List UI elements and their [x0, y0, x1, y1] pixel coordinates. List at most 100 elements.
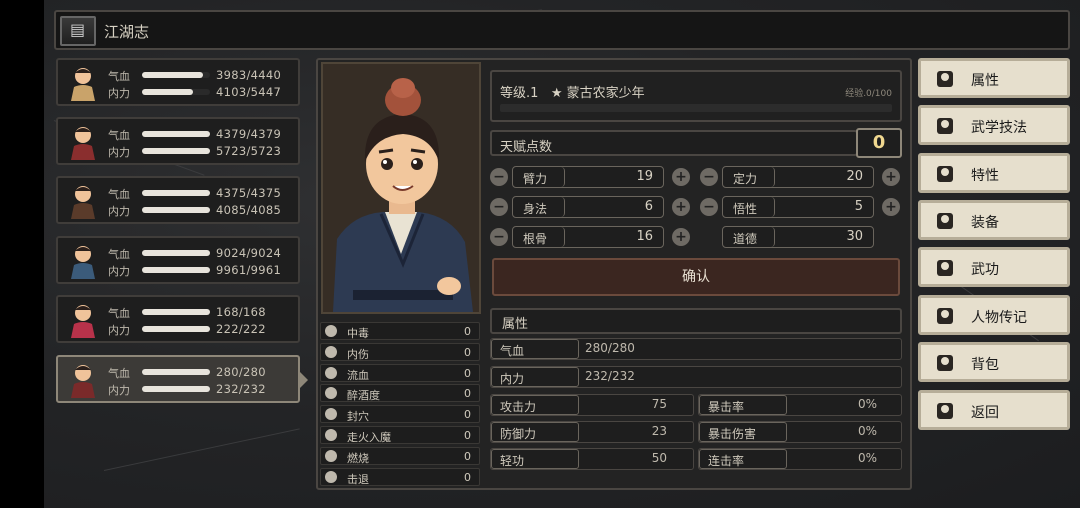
mp-label: 内力 — [108, 146, 130, 159]
stat-label: 连击率 — [699, 449, 787, 469]
increase-attr-4-button[interactable]: + — [672, 228, 690, 246]
mp-value: 4085/4085 — [216, 203, 282, 217]
stat-hp: 气血 280/280 — [490, 338, 902, 360]
status-value: 0 — [464, 408, 471, 422]
status-name: 中毒 — [347, 327, 369, 340]
menu-button[interactable]: 背包 — [918, 342, 1070, 382]
stat-crit-rate: 暴击率 0% — [698, 394, 902, 416]
stat-label: 暴击伤害 — [699, 422, 787, 442]
increase-attr-1-button[interactable]: + — [882, 168, 900, 186]
hp-label: 气血 — [108, 307, 130, 320]
status-value: 0 — [464, 449, 471, 463]
attribute-name: 道德 — [733, 232, 758, 246]
party-member-card[interactable]: 气血 4375/4375 内力 4085/4085 — [56, 176, 300, 224]
status-effect-row: 击退 0 — [320, 467, 480, 486]
manual-icon — [933, 256, 957, 280]
menu-label: 人物传记 — [971, 310, 1027, 326]
menu-button[interactable]: 返回 — [918, 390, 1070, 430]
person-icon — [933, 67, 957, 91]
mp-label: 内力 — [108, 324, 130, 337]
party-member-card[interactable]: 气血 9024/9024 内力 9961/9961 — [56, 236, 300, 284]
stat-label: 内力 — [491, 367, 579, 387]
status-name: 封穴 — [347, 410, 369, 424]
status-name: 内伤 — [347, 347, 369, 361]
decrease-attr-1-button[interactable]: − — [700, 168, 718, 186]
mp-label: 内力 — [108, 384, 130, 397]
stat-mp: 内力 232/232 — [490, 366, 902, 388]
increase-attr-2-button[interactable]: + — [672, 198, 690, 216]
status-effect-row: 流血 0 — [320, 363, 480, 382]
decrease-attr-3-button[interactable]: − — [700, 198, 718, 216]
party-member-card[interactable]: 气血 168/168 内力 222/222 — [56, 295, 300, 343]
title-bar: 江湖志 — [54, 10, 1070, 50]
status-value: 0 — [464, 366, 471, 380]
stat-label: 暴击率 — [699, 395, 787, 415]
section-label: 属性 — [502, 317, 529, 332]
qi-deviation-icon — [325, 429, 337, 441]
mp-label: 内力 — [108, 87, 130, 100]
status-value: 0 — [464, 387, 471, 401]
menu-button[interactable]: 武学技法 — [918, 105, 1070, 145]
status-effect-row: 醉酒度 0 — [320, 384, 480, 403]
mp-value: 9961/9961 — [216, 263, 282, 277]
stat-label: 防御力 — [491, 422, 579, 442]
attribute-name: 臂力 — [523, 172, 548, 186]
acupoint-icon — [325, 408, 337, 421]
level-text: 等级.1 — [500, 86, 539, 101]
increase-attr-3-button[interactable]: + — [882, 198, 900, 216]
increase-attr-0-button[interactable]: + — [672, 168, 690, 186]
decrease-attr-2-button[interactable]: − — [490, 198, 508, 216]
menu-label: 装备 — [971, 215, 999, 231]
status-effect-row: 走火入魔 0 — [320, 426, 480, 444]
menu-button[interactable]: 特性 — [918, 153, 1070, 193]
status-value: 0 — [464, 345, 471, 359]
broken-heart-icon — [325, 345, 337, 358]
hp-value: 168/168 — [216, 305, 266, 319]
menu-button[interactable]: 装备 — [918, 200, 1070, 240]
confirm-button[interactable]: 确认 — [492, 258, 900, 296]
stat-label: 气血 — [491, 339, 579, 359]
status-name: 走火入魔 — [347, 431, 391, 444]
hp-bar — [142, 250, 210, 256]
character-avatar-icon — [64, 241, 102, 279]
attribute-value: 20 — [846, 169, 863, 184]
stat-label: 轻功 — [491, 449, 579, 469]
decrease-attr-0-button[interactable]: − — [490, 168, 508, 186]
character-title: ★ 蒙古农家少年 — [550, 86, 645, 101]
exp-text: 经验.0/100 — [845, 89, 892, 99]
attribute-value: 6 — [644, 199, 653, 214]
character-avatar-icon — [64, 181, 102, 219]
menu-label: 背包 — [971, 357, 999, 373]
attribute-value: 5 — [854, 199, 863, 214]
hp-value: 4379/4379 — [216, 127, 282, 141]
mp-bar — [142, 148, 210, 154]
hp-value: 9024/9024 — [216, 246, 282, 260]
attribute-value: 30 — [846, 229, 863, 244]
party-member-card[interactable]: 气血 3983/4440 内力 4103/5447 — [56, 58, 300, 106]
character-portrait — [321, 62, 481, 314]
menu-label: 属性 — [971, 73, 999, 89]
menu-button[interactable]: 武功 — [918, 247, 1070, 287]
attribute-value: 19 — [636, 169, 653, 184]
party-member-card[interactable]: 气血 4379/4379 内力 5723/5723 — [56, 117, 300, 165]
talent-points-row: 天赋点数 — [490, 130, 858, 156]
skull-icon — [325, 325, 337, 337]
attribute-field: 道德 30 — [722, 226, 874, 248]
attribute-field: 定力 20 — [722, 166, 874, 188]
journal-icon — [60, 16, 96, 46]
party-member-card[interactable]: 气血 280/280 内力 232/232 — [56, 355, 300, 403]
menu-button[interactable]: 人物传记 — [918, 295, 1070, 335]
mp-label: 内力 — [108, 205, 130, 218]
hp-bar — [142, 131, 210, 137]
stat-value: 0% — [857, 397, 877, 411]
decrease-attr-4-button[interactable]: − — [490, 228, 508, 246]
page-title: 江湖志 — [104, 23, 150, 41]
menu-label: 武功 — [971, 262, 999, 278]
mp-value: 222/222 — [216, 322, 266, 336]
status-effect-row: 内伤 0 — [320, 342, 480, 361]
menu-button[interactable]: 属性 — [918, 58, 1070, 98]
trait-person-icon — [933, 162, 957, 186]
mp-label: 内力 — [108, 265, 130, 278]
flame-icon — [325, 449, 337, 462]
attribute-name: 悟性 — [733, 202, 758, 216]
